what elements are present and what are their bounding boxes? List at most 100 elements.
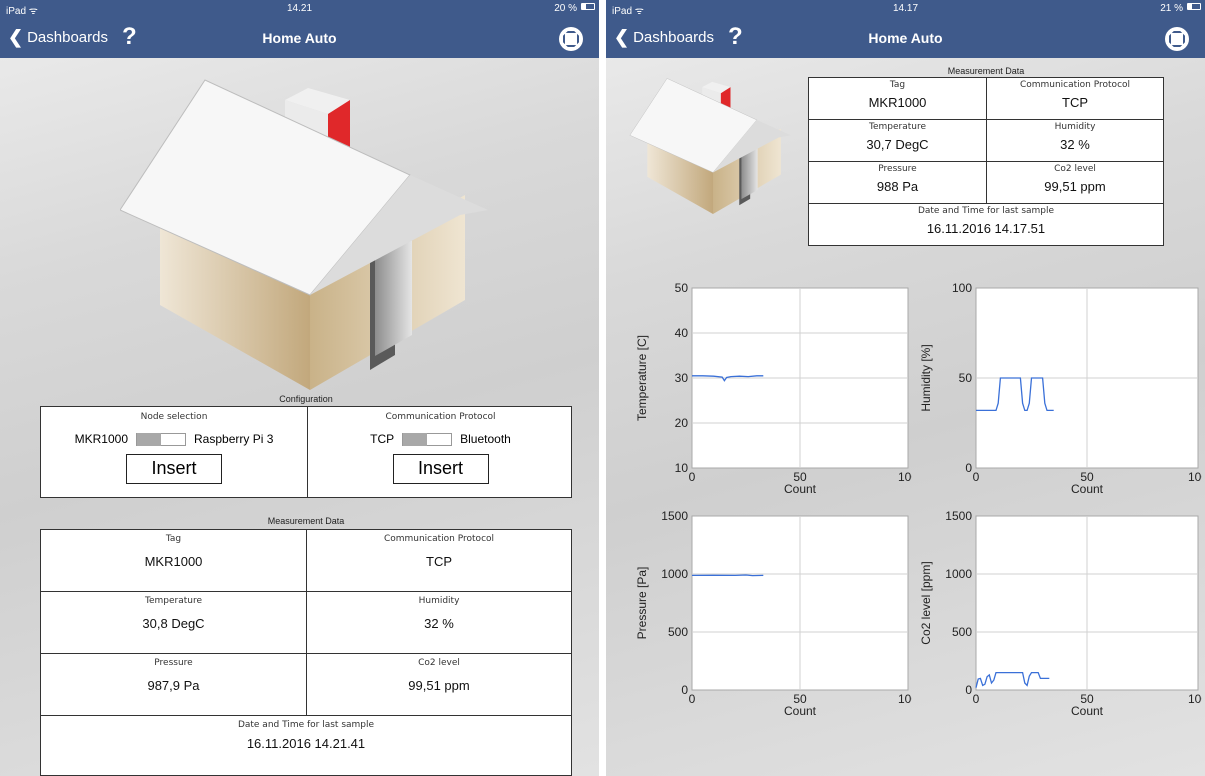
back-button[interactable]: ❮ Dashboards bbox=[8, 28, 108, 46]
tag-label: Tag bbox=[165, 534, 182, 544]
datetime-label: Date and Time for last sample bbox=[917, 206, 1055, 216]
datetime-label: Date and Time for last sample bbox=[237, 720, 375, 730]
y-axis-label: Temperature [C] bbox=[635, 335, 649, 421]
pressure-value: 988 Pa bbox=[876, 179, 919, 194]
protocol-cell: Communication Protocol TCP bbox=[986, 77, 1164, 120]
humidity-value: 32 % bbox=[424, 616, 454, 631]
protocol-section: Communication Protocol TCP Bluetooth Ins… bbox=[307, 407, 573, 497]
configuration-panel: Node selection MKR1000 Raspberry Pi 3 In… bbox=[40, 406, 572, 498]
x-tick-label: 100 bbox=[898, 470, 912, 484]
help-button[interactable]: ? bbox=[122, 23, 137, 51]
y-tick-label: 1000 bbox=[661, 567, 688, 581]
humidity-label: Humidity bbox=[1054, 122, 1096, 132]
co2-cell: Co2 level 99,51 ppm bbox=[306, 653, 572, 716]
tag-cell: Tag MKR1000 bbox=[808, 77, 987, 120]
tag-cell: Tag MKR1000 bbox=[40, 529, 307, 592]
tag-value: MKR1000 bbox=[868, 95, 927, 110]
y-tick-label: 20 bbox=[675, 416, 689, 430]
humidity-value: 32 % bbox=[1060, 137, 1090, 152]
right-screen: iPad ᯤ 14.17 21 % ❮ Dashboards ? Home Au… bbox=[606, 0, 1205, 776]
temperature-label: Temperature bbox=[868, 122, 926, 132]
y-tick-label: 50 bbox=[959, 371, 973, 385]
pressure-label: Pressure bbox=[154, 658, 193, 668]
chevron-left-icon: ❮ bbox=[614, 27, 630, 47]
chevron-left-icon: ❮ bbox=[8, 27, 24, 47]
humidity-cell: Humidity 32 % bbox=[986, 119, 1164, 162]
y-tick-label: 50 bbox=[675, 281, 689, 295]
battery-icon bbox=[581, 3, 595, 10]
status-bar: iPad ᯤ 14.17 21 % bbox=[606, 0, 1205, 18]
datetime-cell: Date and Time for last sample 16.11.2016 … bbox=[40, 715, 572, 776]
x-tick-label: 0 bbox=[689, 692, 696, 706]
humidity-chart: 050100050100CountHumidity [%] bbox=[919, 281, 1202, 496]
node-option-raspberry: Raspberry Pi 3 bbox=[194, 432, 274, 446]
pressure-chart: 050100050010001500CountPressure [Pa] bbox=[635, 509, 912, 718]
y-tick-label: 500 bbox=[668, 625, 688, 639]
back-label: Dashboards bbox=[27, 28, 108, 46]
protocol-toggle[interactable] bbox=[402, 432, 453, 446]
protocol-label: Communication Protocol bbox=[385, 412, 496, 422]
house-illustration bbox=[629, 78, 791, 214]
x-tick-label: 0 bbox=[973, 692, 980, 706]
battery-text: 21 % bbox=[1160, 3, 1183, 14]
temperature-chart: 0501001020304050CountTemperature [C] bbox=[635, 281, 912, 496]
insert-node-button[interactable]: Insert bbox=[126, 454, 222, 484]
temperature-value: 30,7 DegC bbox=[866, 137, 929, 152]
status-time: 14.21 bbox=[286, 3, 313, 14]
y-tick-label: 1500 bbox=[661, 509, 688, 523]
node-selection-toggle[interactable] bbox=[136, 432, 186, 446]
protocol-cell: Communication Protocol TCP bbox=[306, 529, 572, 592]
nav-bar: ❮ Dashboards ? Home Auto bbox=[0, 18, 599, 58]
help-button[interactable]: ? bbox=[728, 23, 743, 51]
temperature-cell: Temperature 30,8 DegC bbox=[40, 591, 307, 654]
x-tick-label: 100 bbox=[1188, 470, 1202, 484]
temperature-value: 30,8 DegC bbox=[142, 616, 205, 631]
y-tick-label: 0 bbox=[965, 683, 972, 697]
datetime-value: 16.11.2016 14.21.41 bbox=[246, 736, 366, 751]
y-tick-label: 100 bbox=[952, 281, 972, 295]
datetime-value: 16.11.2016 14.17.51 bbox=[926, 221, 1046, 236]
co2-value: 99,51 ppm bbox=[408, 678, 470, 693]
y-axis-label: Co2 level [ppm] bbox=[919, 561, 933, 644]
temperature-cell: Temperature 30,7 DegC bbox=[808, 119, 987, 162]
x-tick-label: 0 bbox=[973, 470, 980, 484]
tag-label: Tag bbox=[889, 80, 906, 90]
x-tick-label: 100 bbox=[898, 692, 912, 706]
configuration-title: Configuration bbox=[279, 394, 333, 404]
pressure-cell: Pressure 987,9 Pa bbox=[40, 653, 307, 716]
measurement-table: Tag MKR1000 Communication Protocol TCP Tem… bbox=[808, 77, 1164, 246]
temperature-label: Temperature bbox=[144, 596, 202, 606]
stop-icon[interactable] bbox=[1165, 27, 1189, 51]
protocol-label: Communication Protocol bbox=[1019, 80, 1131, 90]
battery-text: 20 % bbox=[554, 3, 577, 14]
battery-icon bbox=[1187, 3, 1201, 10]
y-tick-label: 1000 bbox=[945, 567, 972, 581]
pressure-label: Pressure bbox=[878, 164, 917, 174]
x-axis-label: Count bbox=[784, 482, 817, 496]
y-tick-label: 0 bbox=[681, 683, 688, 697]
node-selection-label: Node selection bbox=[140, 412, 208, 422]
protocol-option-bluetooth: Bluetooth bbox=[460, 432, 511, 446]
datetime-cell: Date and Time for last sample 16.11.2016 … bbox=[808, 203, 1164, 246]
x-axis-label: Count bbox=[784, 704, 817, 718]
protocol-label: Communication Protocol bbox=[383, 534, 495, 544]
protocol-value: TCP bbox=[426, 554, 452, 569]
stop-icon[interactable] bbox=[559, 27, 583, 51]
co2-value: 99,51 ppm bbox=[1044, 179, 1106, 194]
back-button[interactable]: ❮ Dashboards bbox=[614, 28, 714, 46]
status-bar: iPad ᯤ 14.21 20 % bbox=[0, 0, 599, 18]
x-tick-label: 0 bbox=[689, 470, 696, 484]
series-line bbox=[691, 574, 764, 577]
y-tick-label: 10 bbox=[675, 461, 689, 475]
insert-protocol-button[interactable]: Insert bbox=[392, 454, 489, 484]
x-tick-label: 100 bbox=[1188, 692, 1202, 706]
node-selection-section: Node selection MKR1000 Raspberry Pi 3 In… bbox=[41, 407, 307, 497]
protocol-value: TCP bbox=[1062, 95, 1088, 110]
humidity-cell: Humidity 32 % bbox=[306, 591, 572, 654]
y-tick-label: 0 bbox=[965, 461, 972, 475]
humidity-label: Humidity bbox=[418, 596, 460, 606]
y-tick-label: 40 bbox=[675, 326, 689, 340]
y-tick-label: 500 bbox=[952, 625, 972, 639]
x-axis-label: Count bbox=[1071, 482, 1104, 496]
x-axis-label: Count bbox=[1071, 704, 1104, 718]
